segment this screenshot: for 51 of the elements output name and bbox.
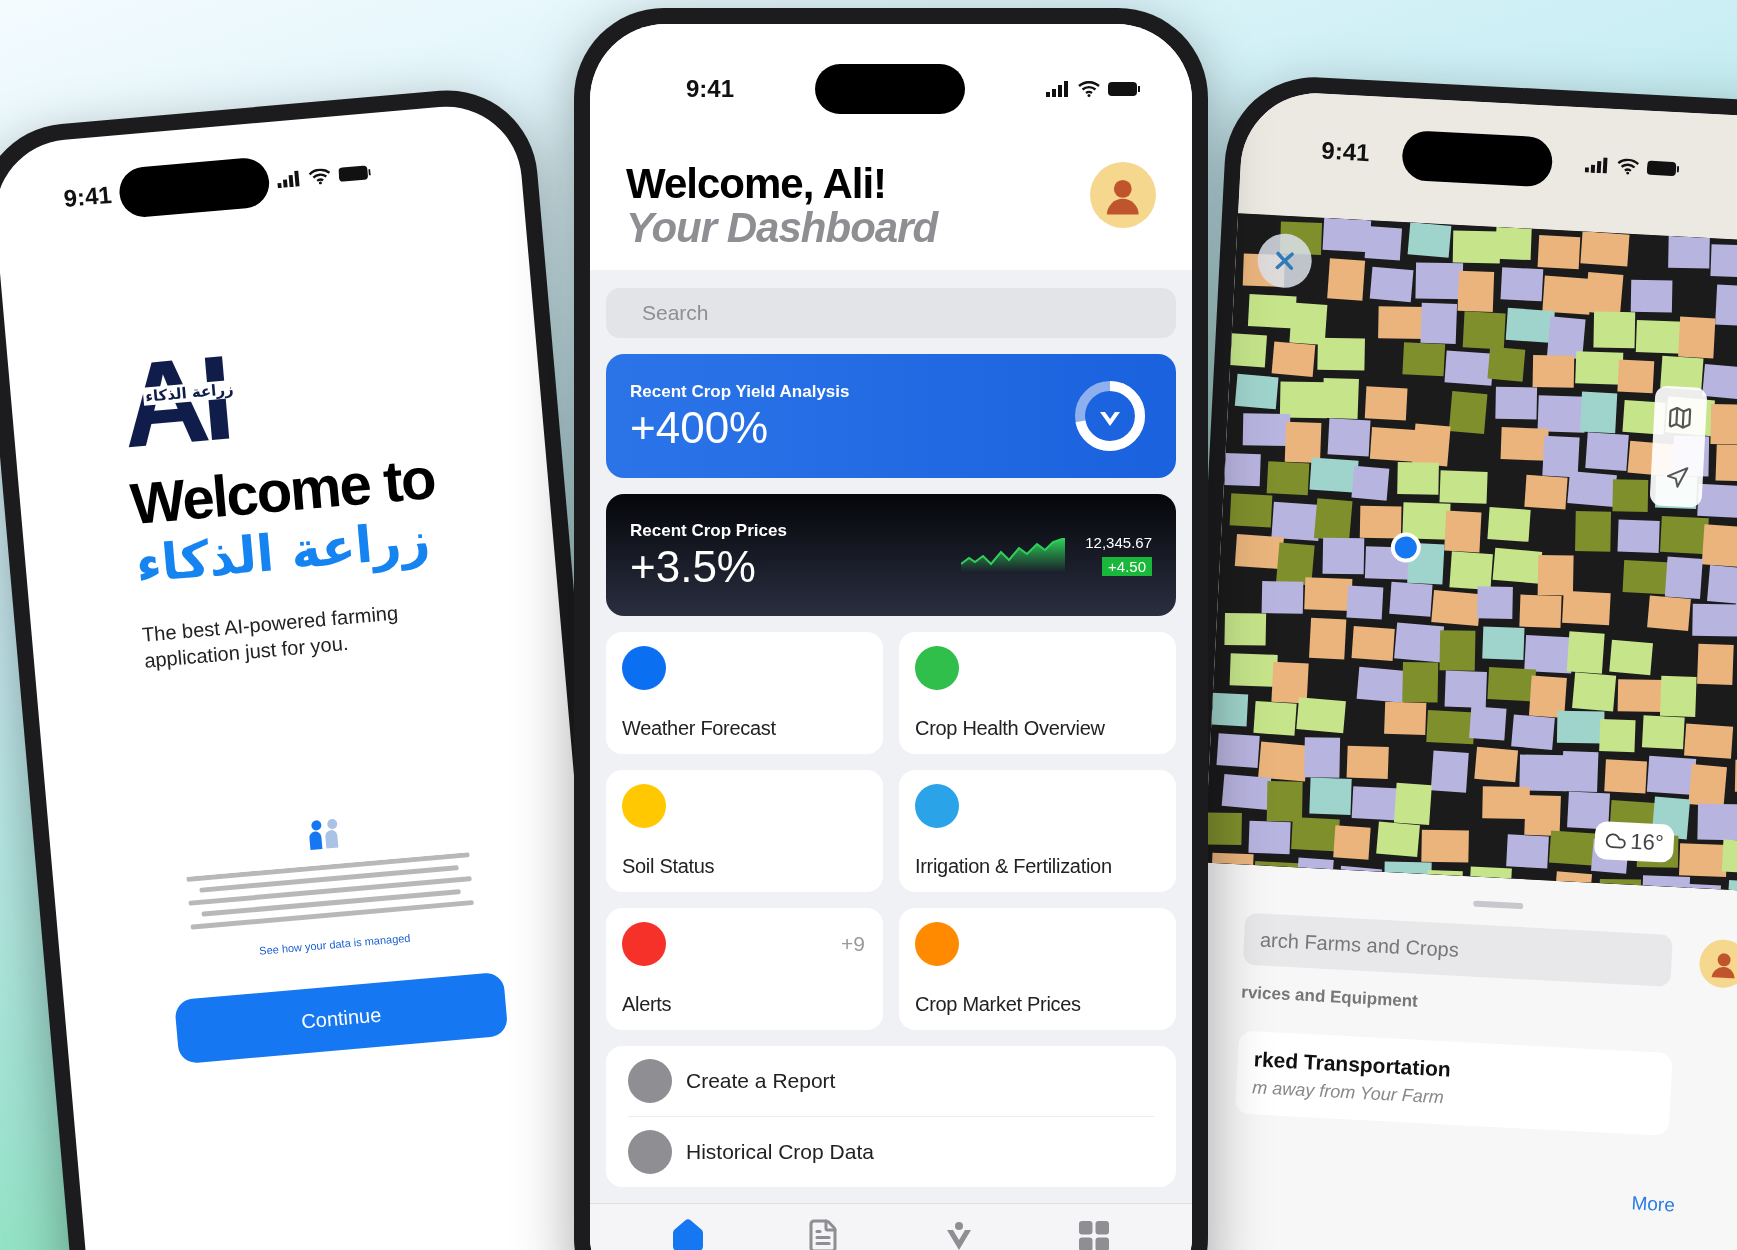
status-time: 9:41 — [686, 75, 735, 103]
dashboard-tile[interactable]: Soil Status — [606, 770, 883, 893]
avatar-icon[interactable] — [1698, 938, 1737, 989]
tile-label: Crop Health Overview — [915, 717, 1106, 741]
index-value: 12,345.67 — [1085, 534, 1152, 552]
app-tagline: The best AI-powered farming application just for you. — [140, 600, 400, 674]
dashboard-title: Your Dashboard — [626, 206, 938, 251]
tile-label: Alerts — [622, 993, 673, 1017]
wifi-icon — [308, 167, 332, 186]
battery-icon — [338, 164, 372, 183]
status-time: 9:41 — [1320, 136, 1371, 168]
list-item[interactable]: Create a Report — [628, 1046, 1154, 1117]
sheet-handle[interactable] — [1473, 900, 1524, 910]
dashboard-tile[interactable]: Weather Forecast — [606, 632, 883, 755]
card-value: +3.5% — [630, 545, 757, 590]
tile-label: Soil Status — [622, 855, 716, 879]
count-label: +9 — [841, 932, 865, 957]
signal-icon — [276, 170, 302, 189]
battery-icon — [1646, 159, 1680, 178]
list-dot-icon — [628, 1059, 672, 1104]
wifi-icon — [1078, 81, 1100, 97]
search-field[interactable]: arch Farms and Crops — [1242, 912, 1673, 987]
dashboard-tile[interactable]: Crop Health Overview — [899, 632, 1176, 755]
change-badge: +4.50 — [1102, 557, 1152, 577]
tile-label: Weather Forecast — [622, 717, 777, 741]
list-label: Historical Crop Data — [686, 1140, 874, 1165]
list-item[interactable]: Historical Crop Data — [628, 1116, 1154, 1188]
status-time: 9:41 — [62, 180, 113, 213]
tile-label: Crop Market Prices — [915, 993, 1082, 1017]
dashboard-tile[interactable]: +9 Alerts — [606, 908, 883, 1031]
wifi-icon — [1616, 158, 1640, 176]
card-value: +400% — [630, 406, 770, 451]
dashboard-tile[interactable]: Crop Market Prices — [899, 908, 1176, 1031]
card-title: Recent Crop Yield Analysis — [630, 382, 850, 403]
tile-label: Irrigation & Fertilization — [915, 855, 1113, 879]
battery-icon — [1108, 81, 1140, 97]
yield-card[interactable]: Recent Crop Yield Analysis +400% — [606, 354, 1176, 479]
dashboard-tile[interactable]: Irrigation & Fertilization — [899, 770, 1176, 893]
list-dot-icon — [628, 1130, 672, 1175]
navigation-icon[interactable] — [1664, 464, 1690, 490]
card-title: Recent Crop Prices — [630, 521, 787, 542]
signal-icon — [1584, 156, 1610, 174]
signal-icon — [1046, 81, 1070, 97]
privacy-link[interactable]: See how your data is managed — [258, 931, 411, 957]
more-link[interactable]: More — [1630, 1192, 1676, 1217]
prices-card[interactable]: Recent Crop Prices +3.5% 12,345.67 +4.50 — [606, 494, 1176, 617]
search-field[interactable]: Search — [606, 288, 1176, 339]
result-card[interactable]: rked Transportation m away from Your Farm — [1235, 1030, 1673, 1137]
continue-button[interactable]: Continue — [174, 971, 509, 1065]
greeting-title: Welcome, Ali! — [626, 162, 888, 207]
list-label: Create a Report — [686, 1069, 836, 1094]
